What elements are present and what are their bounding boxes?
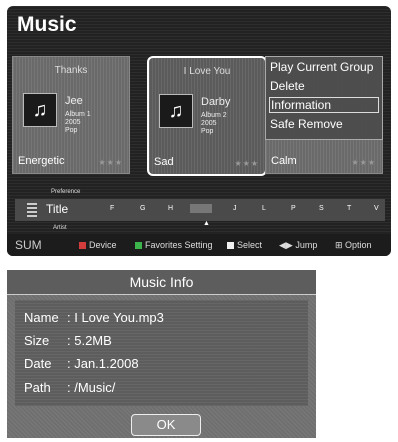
rating-stars: ★★★ — [351, 158, 376, 167]
red-button-icon — [79, 242, 86, 249]
sort-preference-label[interactable]: Preference — [51, 189, 80, 195]
card-meta: Album 2 2005 Pop — [201, 112, 227, 136]
jump-letter[interactable]: L — [262, 205, 266, 212]
info-value: : Jan.1.2008 — [67, 356, 139, 371]
info-key: Date — [24, 356, 52, 371]
tools-icon: ⊞ — [335, 240, 346, 250]
ok-button[interactable]: OK — [131, 414, 201, 436]
jump-letter[interactable]: J — [233, 205, 237, 212]
info-value: : 5.2MB — [67, 333, 112, 348]
jump-hint[interactable]: ◀▶ Jump — [279, 240, 317, 251]
menu-item-safe-remove[interactable]: Safe Remove — [270, 117, 343, 131]
info-key: Path — [24, 380, 51, 395]
rating-stars: ★★★ — [98, 158, 123, 167]
card-year: 2005 — [65, 119, 81, 126]
rewind-ff-icon: ◀▶ — [279, 240, 296, 250]
device-hint[interactable]: Device — [79, 240, 117, 250]
options-popup-menu: Play Current Group Delete Information Sa… — [265, 56, 383, 140]
device-label: Device — [89, 240, 117, 250]
favorites-hint[interactable]: Favorites Setting — [135, 240, 213, 250]
jump-letter[interactable]: S — [319, 205, 324, 212]
jump-letter[interactable]: G — [140, 205, 145, 212]
music-note-icon: ♫ — [159, 94, 193, 128]
info-key: Size — [24, 333, 50, 348]
brand-logo: SUM — [15, 238, 42, 252]
info-row-date: Date : Jan.1.2008 — [24, 356, 139, 371]
rating-stars: ★★★ — [234, 159, 259, 168]
card-album: Album 1 — [65, 111, 91, 118]
green-button-icon — [135, 242, 142, 249]
page-title: Music — [17, 13, 77, 36]
info-value: : I Love You.mp3 — [67, 310, 164, 325]
jump-letter[interactable]: F — [110, 205, 114, 212]
footer-bar: SUM Device Favorites Setting Select ◀▶ J… — [7, 234, 391, 256]
option-label: Option — [345, 240, 372, 250]
jump-letter[interactable]: T — [347, 205, 351, 212]
jump-letter[interactable]: H — [168, 205, 173, 212]
jump-letter[interactable]: P — [291, 205, 296, 212]
info-row-size: Size : 5.2MB — [24, 333, 112, 348]
info-row-path: Path : /Music/ — [24, 380, 115, 395]
info-row-name: Name : I Love You.mp3 — [24, 310, 164, 325]
card-genre: Pop — [65, 127, 78, 134]
card-mood: Sad — [154, 156, 174, 168]
position-caret-icon: ▲ — [203, 220, 210, 227]
dialog-title: Music Info — [7, 270, 316, 295]
card-title: I Love You — [183, 66, 231, 77]
menu-item-delete[interactable]: Delete — [270, 79, 305, 93]
card-mood: Energetic — [18, 155, 65, 167]
info-panel: Name : I Love You.mp3 Size : 5.2MB Date : J… — [15, 300, 308, 406]
card-artist: Jee — [65, 95, 83, 107]
jump-letter[interactable]: V — [374, 205, 379, 212]
select-label: Select — [237, 240, 263, 250]
card-year: 2005 — [201, 120, 217, 127]
option-hint[interactable]: ⊞ Option — [335, 240, 372, 251]
info-key: Name — [24, 310, 59, 325]
info-value: : /Music/ — [67, 380, 116, 395]
enter-button-icon — [227, 242, 234, 249]
sort-icon — [27, 203, 37, 217]
menu-item-play-current-group[interactable]: Play Current Group — [270, 60, 373, 74]
card-artist: Darby — [201, 96, 231, 108]
music-note-icon: ♫ — [23, 93, 57, 127]
select-hint[interactable]: Select — [227, 240, 262, 250]
jump-letter-active[interactable] — [190, 204, 212, 213]
sort-pager-bar: Title F G H J L P S T V ▲ — [15, 199, 385, 227]
card-meta: Album 1 2005 Pop — [65, 111, 91, 135]
jump-label: Jump — [295, 240, 318, 250]
card-album: Album 2 — [201, 112, 227, 119]
music-card[interactable]: Thanks ♫ Jee Album 1 2005 Pop Energetic … — [12, 56, 130, 174]
favorites-label: Favorites Setting — [145, 240, 213, 250]
card-genre: Pop — [201, 128, 214, 135]
card-title: Thanks — [54, 65, 88, 76]
music-browser-screen: Music Thanks ♫ Jee Album 1 2005 Pop Ener… — [7, 6, 391, 256]
music-info-dialog: Music Info Name : I Love You.mp3 Size : 5.… — [7, 270, 316, 438]
sort-artist-label[interactable]: Artist — [53, 225, 67, 231]
menu-item-information[interactable]: Information — [269, 97, 379, 113]
music-card-selected[interactable]: I Love You ♫ Darby Album 2 2005 Pop Sad … — [147, 56, 267, 176]
card-mood: Calm — [271, 155, 297, 167]
sort-current-label[interactable]: Title — [46, 202, 68, 216]
